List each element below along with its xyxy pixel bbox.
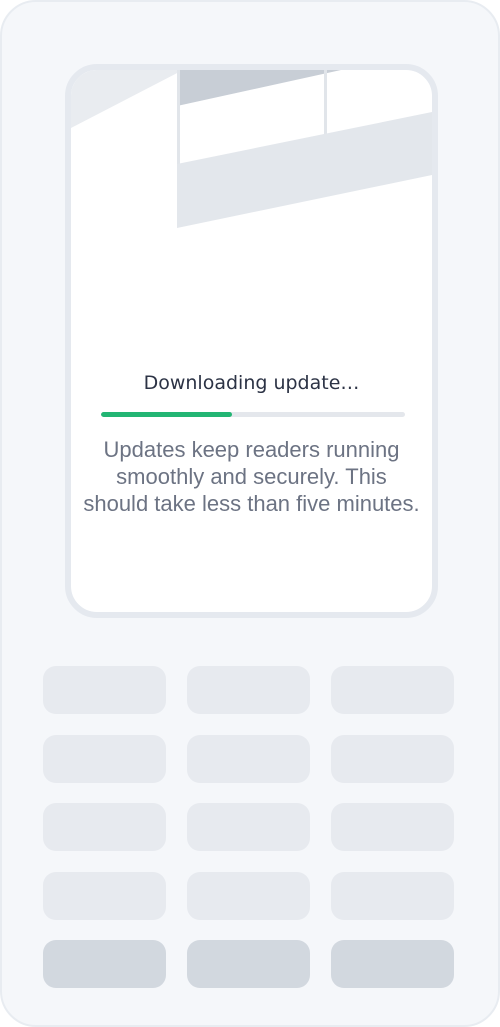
decorative-illustration bbox=[71, 70, 432, 228]
keypad-key-r3-c2[interactable] bbox=[187, 803, 310, 851]
card-reader-device: Downloading update… Updates keep readers… bbox=[0, 0, 500, 1027]
illustration-divider-vertical-right bbox=[324, 70, 327, 136]
keypad-key-r1-c1[interactable] bbox=[43, 666, 166, 714]
keypad-key-r2-c3[interactable] bbox=[331, 734, 454, 783]
keypad-key-r2-c1[interactable] bbox=[43, 734, 166, 783]
device-screen: Downloading update… Updates keep readers… bbox=[65, 64, 438, 618]
update-status-message: Updates keep readers running smoothly an… bbox=[83, 437, 420, 516]
illustration-divider-vertical bbox=[177, 70, 180, 164]
keypad-key-r2-c2[interactable] bbox=[187, 734, 310, 783]
keypad-key-r5-c3[interactable] bbox=[331, 940, 454, 988]
keypad-key-r5-c1[interactable] bbox=[43, 940, 166, 988]
keypad-key-r1-c3[interactable] bbox=[331, 666, 454, 714]
illustration-shape-top bbox=[177, 70, 341, 106]
keypad-key-r1-c2[interactable] bbox=[187, 666, 310, 714]
download-progress-fill bbox=[101, 412, 232, 417]
illustration-shape-left bbox=[71, 70, 183, 128]
download-progress-bar bbox=[101, 412, 405, 417]
keypad-key-r4-c3[interactable] bbox=[331, 871, 454, 920]
keypad-key-r3-c1[interactable] bbox=[43, 803, 166, 851]
keypad-key-r5-c2[interactable] bbox=[187, 940, 310, 988]
update-status-title: Downloading update… bbox=[143, 372, 360, 394]
illustration-shape-band bbox=[177, 112, 432, 228]
keypad-key-r4-c1[interactable] bbox=[43, 871, 166, 920]
keypad-key-r3-c3[interactable] bbox=[331, 803, 454, 851]
keypad-key-r4-c2[interactable] bbox=[187, 871, 310, 920]
